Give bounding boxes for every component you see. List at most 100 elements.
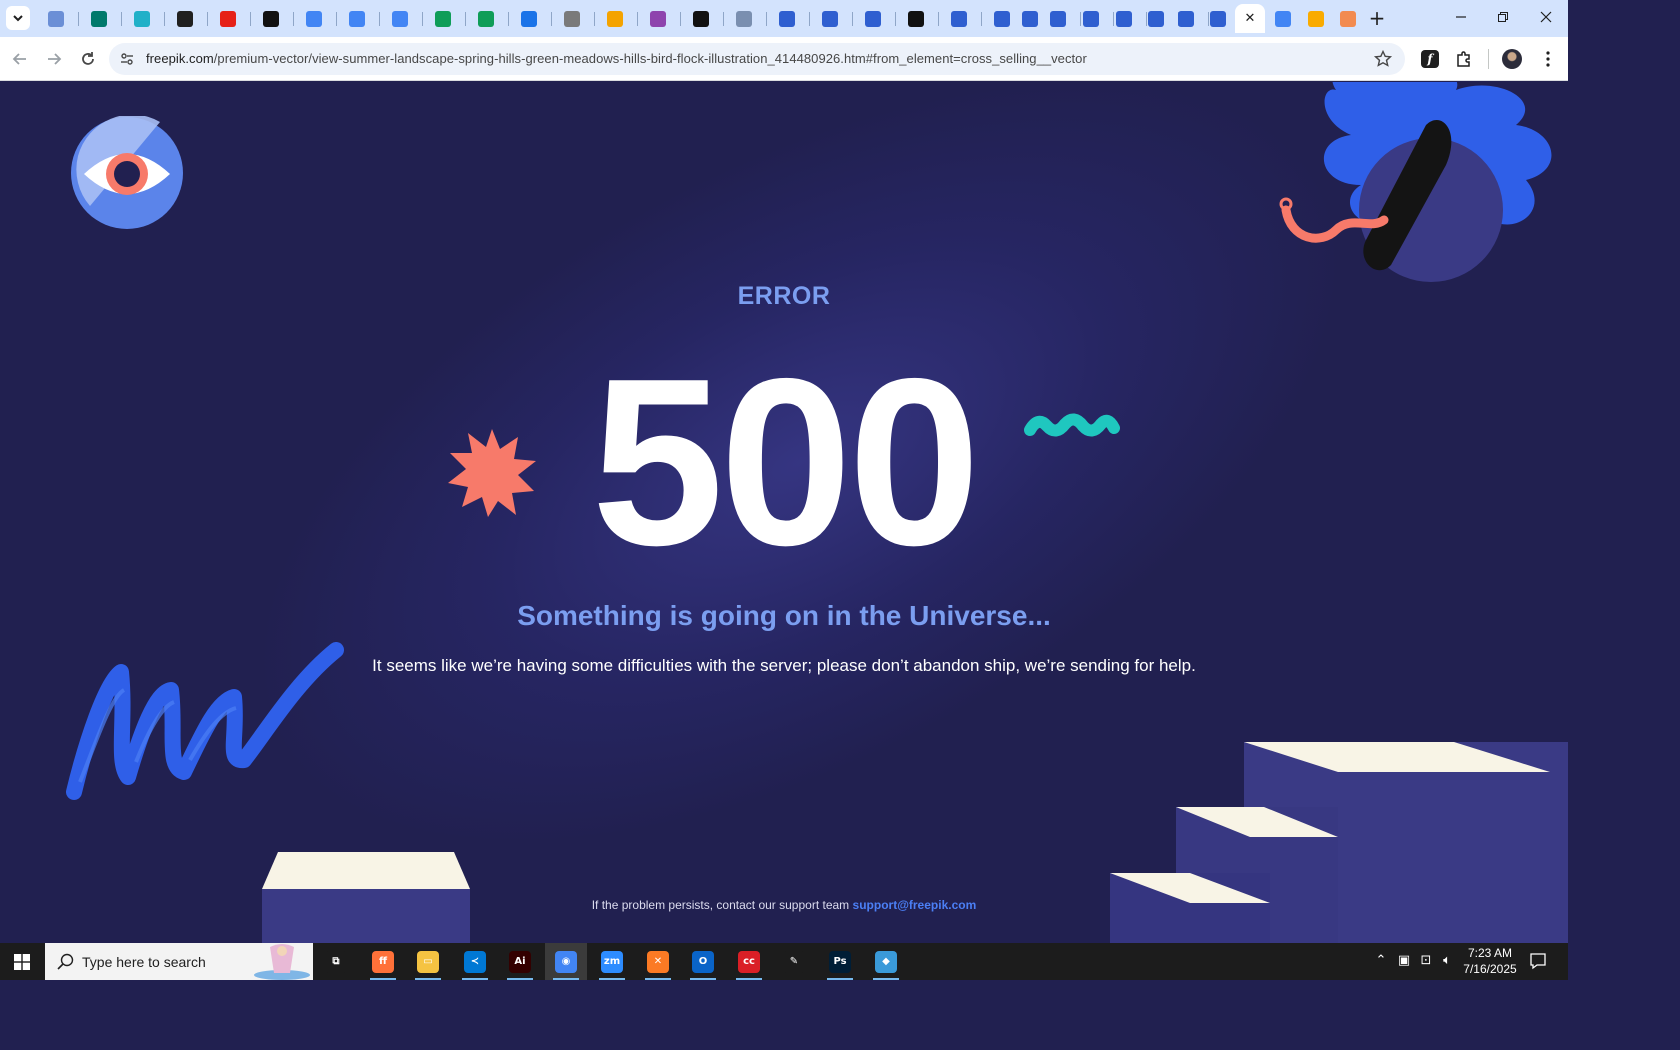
tab-sheets[interactable] bbox=[425, 4, 466, 33]
tab-docs[interactable] bbox=[339, 4, 380, 33]
tab-forms[interactable] bbox=[769, 4, 810, 33]
tab-forms[interactable] bbox=[855, 4, 896, 33]
close-icon[interactable]: ✕ bbox=[1245, 11, 1256, 26]
tab-classroom[interactable] bbox=[1298, 4, 1334, 33]
new-tab-button[interactable]: + bbox=[1366, 7, 1388, 29]
taskbar-app-zoom[interactable]: zm bbox=[591, 943, 633, 980]
tab-forms[interactable] bbox=[1106, 4, 1147, 33]
tab-medium[interactable] bbox=[898, 4, 939, 33]
tab-separator bbox=[250, 12, 251, 26]
profile-button[interactable] bbox=[1501, 48, 1523, 70]
docs-icon bbox=[392, 10, 408, 27]
tab-lambda[interactable] bbox=[683, 4, 724, 33]
tab-search-button[interactable] bbox=[6, 6, 30, 30]
address-bar[interactable]: freepik.com/premium-vector/view-summer-l… bbox=[109, 43, 1405, 75]
taskbar-app-xampp[interactable]: ✕ bbox=[637, 943, 679, 980]
app-diamond-icon: ◆ bbox=[875, 950, 897, 973]
tab-repo[interactable] bbox=[726, 4, 767, 33]
vee-icon bbox=[607, 10, 623, 27]
notification-center-icon[interactable] bbox=[1528, 952, 1548, 972]
tab-docs[interactable] bbox=[382, 4, 423, 33]
tab-vpn[interactable] bbox=[81, 4, 122, 33]
tab-docs[interactable] bbox=[296, 4, 337, 33]
tab-bolt[interactable] bbox=[253, 4, 294, 33]
tab-youtube[interactable] bbox=[210, 4, 251, 33]
forms-icon bbox=[994, 10, 1010, 27]
extension-script-button[interactable]: f bbox=[1419, 48, 1441, 70]
tab-forms[interactable] bbox=[1168, 4, 1209, 33]
bookmark-star-button[interactable] bbox=[1373, 49, 1393, 69]
support-note-text: If the problem persists, contact our sup… bbox=[591, 898, 850, 912]
star-icon bbox=[1373, 49, 1393, 67]
tab-forms[interactable] bbox=[941, 4, 982, 33]
taskbar-app-task-view[interactable]: ⧉ bbox=[315, 943, 357, 980]
extensions-button[interactable] bbox=[1453, 48, 1475, 70]
tab-braces[interactable] bbox=[640, 4, 681, 33]
pen-tool-icon: ✎ bbox=[783, 950, 805, 973]
minimize-button[interactable] bbox=[1449, 6, 1473, 30]
browser-toolbar: freepik.com/premium-vector/view-summer-l… bbox=[0, 37, 1568, 81]
url-text[interactable]: freepik.com/premium-vector/view-summer-l… bbox=[146, 51, 1087, 66]
forward-button[interactable] bbox=[41, 46, 67, 72]
taskbar-app-outlook[interactable]: O bbox=[682, 943, 724, 980]
flower-planet-illustration bbox=[1279, 82, 1552, 282]
eye-planet-illustration bbox=[71, 116, 183, 229]
tab-sheets[interactable] bbox=[468, 4, 509, 33]
tab-openai[interactable] bbox=[167, 4, 208, 33]
tray-overflow-chevron[interactable]: ⌃ bbox=[1372, 953, 1390, 971]
taskbar-app-illustrator[interactable]: Ai bbox=[499, 943, 541, 980]
start-button[interactable] bbox=[0, 943, 44, 980]
tab-hand[interactable] bbox=[1330, 4, 1366, 33]
tray-volume-icon[interactable]: 🔈︎ bbox=[1438, 953, 1456, 971]
tab-globe-blue[interactable] bbox=[38, 4, 79, 33]
tab-separator bbox=[293, 12, 294, 26]
lambda-icon bbox=[693, 10, 709, 27]
support-email-link[interactable]: support@freepik.com bbox=[853, 898, 977, 912]
taskbar-search-box[interactable]: Type here to search bbox=[45, 943, 313, 980]
clock-date: 7/16/2025 bbox=[1463, 962, 1517, 976]
tab-forms[interactable] bbox=[1073, 4, 1114, 33]
tab-forms[interactable] bbox=[812, 4, 853, 33]
close-icon bbox=[1540, 11, 1552, 23]
forms-icon bbox=[1022, 10, 1038, 27]
search-highlight-image bbox=[254, 944, 310, 980]
tab-forms[interactable] bbox=[1200, 4, 1241, 33]
taskbar-app-file-explorer[interactable]: ▭ bbox=[407, 943, 449, 980]
close-window-button[interactable] bbox=[1534, 6, 1558, 30]
arrow-left-icon bbox=[12, 53, 26, 65]
taskbar-app-creative-cloud[interactable]: cc bbox=[728, 943, 770, 980]
tab-google[interactable] bbox=[1265, 4, 1301, 33]
tab-diamond[interactable] bbox=[124, 4, 165, 33]
forms-icon bbox=[1178, 10, 1194, 27]
tray-network-adapter-icon[interactable]: ▣ bbox=[1395, 953, 1413, 971]
taskbar-app-vscode[interactable]: ≺ bbox=[454, 943, 496, 980]
restore-button[interactable] bbox=[1491, 6, 1515, 30]
forms-icon bbox=[822, 10, 838, 27]
restore-icon bbox=[1498, 12, 1508, 22]
tab-separator bbox=[594, 12, 595, 26]
reload-button[interactable] bbox=[75, 46, 101, 72]
search-icon bbox=[57, 953, 74, 970]
error-code: 500 bbox=[591, 330, 980, 595]
tab-globe-gray[interactable] bbox=[554, 4, 595, 33]
hand-icon bbox=[1340, 10, 1356, 27]
tab-separator bbox=[465, 12, 466, 26]
creative-cloud-icon: cc bbox=[738, 950, 760, 973]
tab-translate[interactable] bbox=[511, 4, 552, 33]
forms-icon bbox=[1116, 10, 1132, 27]
tab-forms[interactable] bbox=[1040, 4, 1081, 33]
back-button[interactable] bbox=[7, 46, 33, 72]
chrome-menu-button[interactable] bbox=[1537, 48, 1559, 70]
taskbar-app-app-diamond[interactable]: ◆ bbox=[865, 943, 907, 980]
site-info-button[interactable] bbox=[117, 49, 137, 69]
tab-vee[interactable] bbox=[597, 4, 638, 33]
tab-active[interactable]: ✕ bbox=[1235, 4, 1265, 33]
taskbar-app-firefox[interactable]: ff bbox=[362, 943, 404, 980]
taskbar-clock[interactable]: 7:23 AM 7/16/2025 bbox=[1458, 945, 1522, 977]
taskbar-app-chrome[interactable]: ◉ bbox=[545, 943, 587, 980]
tray-wifi-icon[interactable]: ⊡ bbox=[1417, 953, 1435, 971]
forms-icon bbox=[779, 10, 795, 27]
taskbar-app-photoshop[interactable]: Ps bbox=[819, 943, 861, 980]
taskbar-app-pen-tool[interactable]: ✎ bbox=[773, 943, 815, 980]
chrome-icon: ◉ bbox=[555, 950, 577, 973]
